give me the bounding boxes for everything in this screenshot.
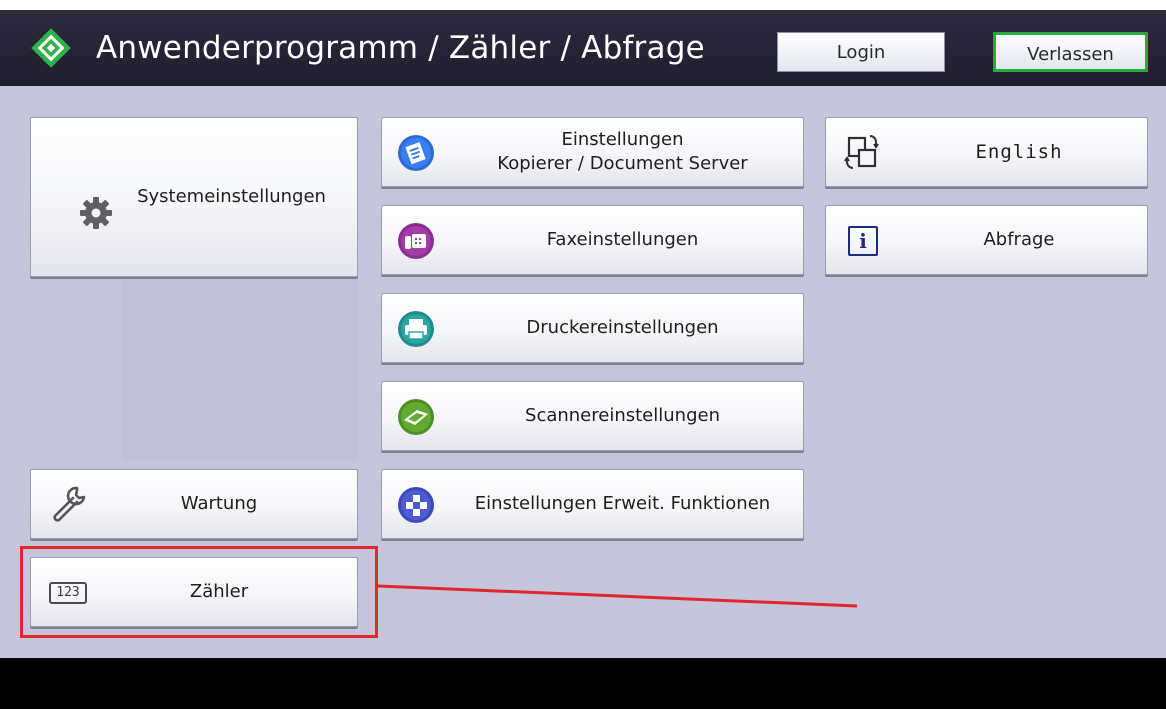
copier-settings-label: Einstellungen Kopierer / Document Server: [452, 118, 793, 186]
fax-settings-label: Faxeinstellungen: [546, 229, 699, 250]
copier-icon: [398, 135, 434, 171]
language-label: English: [975, 141, 1063, 163]
wrench-icon: [53, 486, 86, 522]
language-button[interactable]: English: [825, 117, 1148, 187]
top-frame: [0, 0, 1166, 10]
extended-functions-label: Einstellungen Erweit. Funktionen: [474, 493, 771, 514]
scanner-settings-label: Scannereinstellungen: [525, 405, 720, 426]
diamond-logo-icon: [31, 28, 71, 68]
extended-functions-icon: [398, 487, 434, 523]
printer-settings-label: Druckereinstellungen: [526, 317, 719, 338]
exit-button[interactable]: Verlassen: [993, 32, 1148, 72]
language-switch-icon: [844, 135, 879, 169]
inquiry-label: Abfrage: [983, 229, 1055, 250]
maintenance-button[interactable]: Wartung: [30, 469, 358, 539]
fax-icon: [398, 223, 434, 259]
fax-settings-button[interactable]: Faxeinstellungen: [381, 205, 804, 275]
scanner-settings-button[interactable]: Scannereinstellungen: [381, 381, 804, 451]
bottom-bar: [0, 658, 1166, 709]
system-settings-label: Systemeinstellungen: [137, 186, 326, 207]
copier-settings-line2: Kopierer / Document Server: [497, 153, 748, 174]
inquiry-button[interactable]: i Abfrage: [825, 205, 1148, 275]
highlight-box: [20, 546, 378, 638]
info-icon: i: [848, 226, 878, 256]
page-title: Anwenderprogramm / Zähler / Abfrage: [96, 30, 705, 66]
maintenance-label: Wartung: [180, 493, 258, 514]
title-bar: Anwenderprogramm / Zähler / Abfrage Logi…: [0, 10, 1166, 86]
printer-icon: [398, 311, 434, 347]
gear-icon: [80, 197, 112, 229]
scanner-icon: [398, 399, 434, 435]
copier-settings-button[interactable]: Einstellungen Kopierer / Document Server: [381, 117, 804, 187]
copier-settings-line1: Einstellungen: [561, 129, 684, 150]
printer-settings-button[interactable]: Druckereinstellungen: [381, 293, 804, 363]
system-settings-button[interactable]: Systemeinstellungen: [30, 117, 358, 277]
login-button[interactable]: Login: [777, 32, 945, 72]
extended-functions-button[interactable]: Einstellungen Erweit. Funktionen: [381, 469, 804, 539]
